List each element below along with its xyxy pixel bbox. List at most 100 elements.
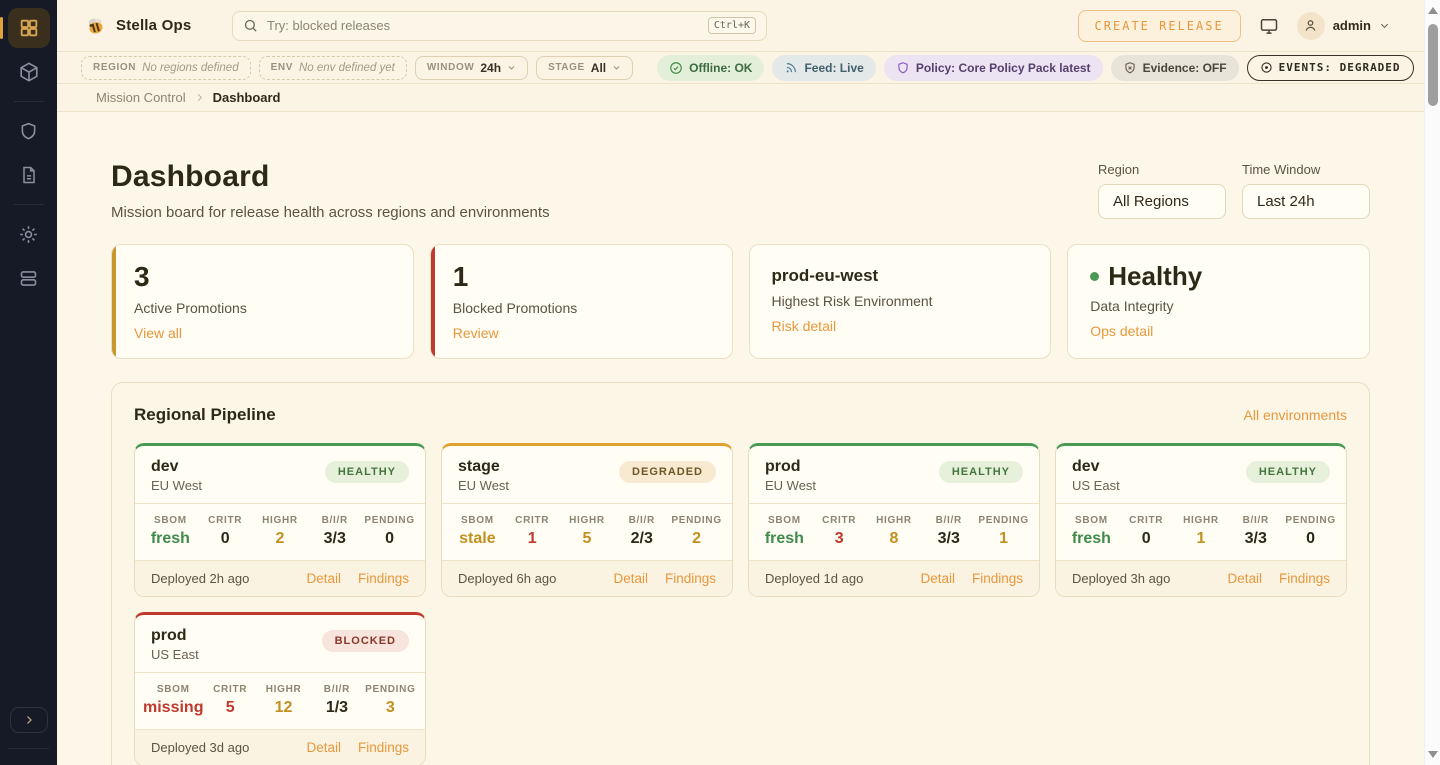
sidebar-item-settings[interactable]: [8, 214, 50, 254]
metric-value: 3: [364, 699, 417, 717]
region-filter-label: REGION: [93, 62, 136, 73]
window-filter-pill[interactable]: WINDOW 24h: [415, 56, 528, 80]
pipeline-card-header: dev EU West HEALTHY: [135, 446, 425, 503]
metric-label: CRITR: [505, 515, 560, 526]
stat-label: Blocked Promotions: [453, 300, 710, 316]
metric-sbom: SBOM fresh: [1064, 515, 1119, 548]
detail-link[interactable]: Detail: [613, 571, 648, 586]
pipeline-card-links: Detail Findings: [306, 571, 409, 586]
regional-pipeline-panel: Regional Pipeline All environments dev E…: [111, 382, 1370, 765]
stat-link[interactable]: Review: [453, 325, 499, 341]
metric-value: missing: [143, 699, 203, 717]
metric-bir: B/I/R 2/3: [614, 515, 669, 548]
window-scrollbar[interactable]: [1424, 0, 1440, 765]
pipeline-card-links: Detail Findings: [613, 571, 716, 586]
stat-card: 3 Active Promotions View all: [111, 244, 414, 359]
environment-region: US East: [151, 647, 199, 662]
pipeline-card-footer: Deployed 3d ago Detail Findings: [135, 730, 425, 765]
findings-link[interactable]: Findings: [1279, 571, 1330, 586]
search-shortcut-badge: Ctrl+K: [708, 17, 756, 34]
metric-value: 1/3: [310, 699, 363, 717]
detail-link[interactable]: Detail: [306, 740, 341, 755]
search-box[interactable]: Ctrl+K: [232, 11, 767, 41]
events-status-pill[interactable]: EVENTS: DEGRADED: [1247, 55, 1414, 81]
policy-status-pill[interactable]: Policy: Core Policy Pack latest: [884, 55, 1103, 81]
metric-value: fresh: [757, 530, 812, 548]
time-window-select[interactable]: Last 24h: [1242, 184, 1370, 219]
window-filter-label: WINDOW: [427, 62, 474, 73]
sidebar-item-documents[interactable]: [8, 155, 50, 195]
detail-link[interactable]: Detail: [920, 571, 955, 586]
environment-region: EU West: [765, 478, 816, 493]
scrollbar-up-arrow-icon[interactable]: [1428, 7, 1438, 14]
pipeline-card-header: prod US East BLOCKED: [135, 615, 425, 672]
stage-filter-pill[interactable]: STAGE All: [536, 56, 633, 80]
metric-label: SBOM: [143, 684, 203, 695]
metric-sbom: SBOM stale: [450, 515, 505, 548]
pipeline-card-footer: Deployed 6h ago Detail Findings: [442, 561, 732, 596]
page-content: Dashboard Mission board for release heal…: [57, 112, 1424, 765]
pipeline-card: prod US East BLOCKED SBOM missing CR: [134, 612, 426, 765]
rss-icon: [784, 61, 798, 75]
feed-status-text: Feed: Live: [804, 61, 863, 75]
brand[interactable]: Stella Ops: [85, 15, 205, 37]
time-window-select-label: Time Window: [1242, 162, 1370, 177]
stat-link[interactable]: View all: [134, 325, 182, 341]
scrollbar-thumb[interactable]: [1428, 24, 1438, 106]
metric-label: HIGHR: [257, 684, 310, 695]
sidebar-item-artifacts[interactable]: [8, 52, 50, 92]
region-select[interactable]: All Regions: [1098, 184, 1226, 219]
display-mode-button[interactable]: [1259, 16, 1279, 36]
metric-label: CRITR: [1119, 515, 1174, 526]
detail-link[interactable]: Detail: [1227, 571, 1262, 586]
metric-sbom: SBOM fresh: [143, 515, 198, 548]
detail-link[interactable]: Detail: [306, 571, 341, 586]
status-badge: BLOCKED: [322, 630, 409, 652]
sidebar-item-dashboard[interactable]: [8, 8, 50, 48]
page-header: Dashboard Mission board for release heal…: [111, 160, 1370, 221]
sidebar-expand-button[interactable]: [10, 707, 48, 733]
pipeline-card: stage EU West DEGRADED SBOM stale CR: [441, 443, 733, 597]
findings-link[interactable]: Findings: [665, 571, 716, 586]
environment-name: stage: [458, 458, 509, 476]
region-filter-pill[interactable]: REGION No regions defined: [81, 56, 251, 80]
env-filter-pill[interactable]: ENV No env defined yet: [259, 56, 407, 80]
user-menu[interactable]: admin: [1297, 12, 1390, 40]
breadcrumb-parent[interactable]: Mission Control: [96, 90, 186, 105]
pipeline-card-title: prod EU West: [765, 458, 816, 493]
offline-status-pill[interactable]: Offline: OK: [657, 55, 764, 81]
stat-label: Highest Risk Environment: [772, 293, 1029, 309]
shield-off-icon: [1123, 61, 1137, 75]
metric-value: 1: [976, 530, 1031, 548]
stat-link[interactable]: Risk detail: [772, 318, 837, 334]
metric-value: stale: [450, 530, 505, 548]
deployed-timestamp: Deployed 6h ago: [458, 571, 556, 586]
search-input[interactable]: [267, 18, 699, 33]
metric-critr: CRITR 3: [812, 515, 867, 548]
findings-link[interactable]: Findings: [358, 571, 409, 586]
panel-title: Regional Pipeline: [134, 405, 276, 425]
env-filter-label: ENV: [271, 62, 293, 73]
evidence-status-pill[interactable]: Evidence: OFF: [1111, 55, 1239, 81]
package-icon: [18, 61, 40, 83]
create-release-button[interactable]: CREATE RELEASE: [1078, 10, 1241, 42]
stat-link[interactable]: Ops detail: [1090, 323, 1153, 339]
pipeline-grid: dev EU West HEALTHY SBOM fresh CRITR: [134, 443, 1347, 765]
all-environments-link[interactable]: All environments: [1244, 407, 1348, 423]
feed-status-pill[interactable]: Feed: Live: [772, 55, 875, 81]
metric-value: 3/3: [307, 530, 362, 548]
stat-card: prod-eu-west Highest Risk Environment Ri…: [749, 244, 1052, 359]
findings-link[interactable]: Findings: [358, 740, 409, 755]
metric-label: SBOM: [757, 515, 812, 526]
status-badge: HEALTHY: [939, 461, 1023, 483]
sidebar-item-infrastructure[interactable]: [8, 258, 50, 298]
metric-value: 3/3: [921, 530, 976, 548]
stats-row: 3 Active Promotions View all 1 Blocked P…: [111, 244, 1370, 359]
findings-link[interactable]: Findings: [972, 571, 1023, 586]
document-icon: [19, 165, 39, 185]
metric-highr: HIGHR 1: [1174, 515, 1229, 548]
sidebar-item-security[interactable]: [8, 111, 50, 151]
scrollbar-down-arrow-icon[interactable]: [1428, 751, 1438, 758]
environment-region: EU West: [151, 478, 202, 493]
metric-value: 3/3: [1228, 530, 1283, 548]
